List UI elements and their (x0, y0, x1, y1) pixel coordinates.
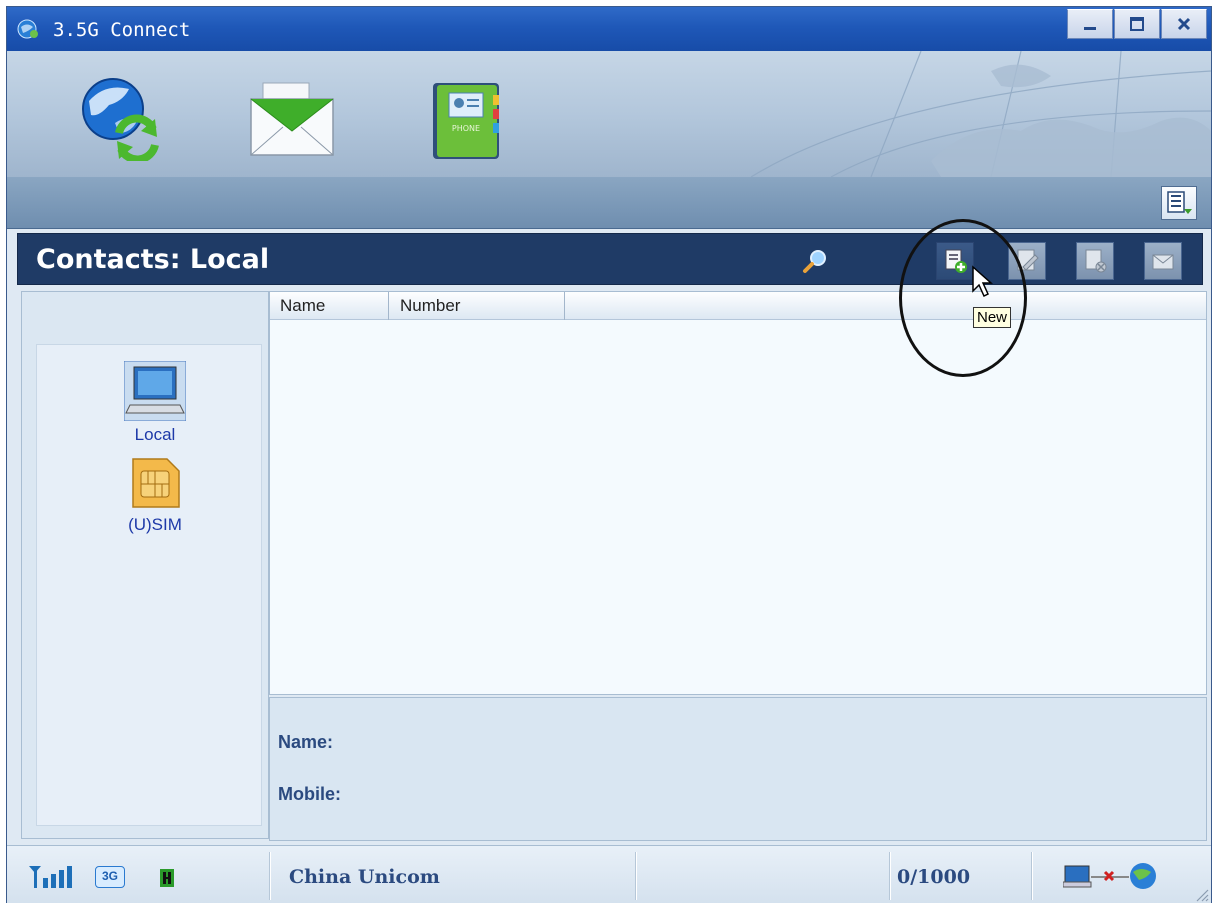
laptop-icon (124, 361, 186, 421)
operator-name: China Unicom (289, 866, 440, 888)
maximize-button[interactable] (1114, 9, 1160, 39)
source-label: (U)SIM (128, 515, 182, 534)
phonebook-button[interactable]: PHONE (431, 81, 521, 171)
network-type-badge: 3G (95, 866, 125, 888)
send-message-icon (1152, 254, 1174, 270)
delete-contact-button[interactable] (1076, 242, 1114, 280)
status-divider (1031, 852, 1033, 900)
contact-capacity: 0/1000 (897, 866, 971, 888)
internet-connect-button[interactable] (75, 71, 165, 164)
globe-app-icon (17, 19, 38, 39)
mouse-cursor-icon (972, 265, 993, 298)
sim-status-icon (160, 869, 174, 887)
connection-status-icon (1063, 863, 1156, 889)
close-icon (1177, 17, 1191, 31)
phonebook-label: PHONE (452, 124, 480, 133)
signal-strength-icon (29, 866, 72, 888)
column-header-number[interactable]: Number (400, 296, 460, 316)
sim-card-icon (132, 458, 180, 508)
source-list: Local (U)SIM (36, 344, 262, 826)
status-divider (269, 852, 271, 900)
status-divider (635, 852, 637, 900)
source-local[interactable]: Local (105, 361, 205, 445)
minimize-button[interactable] (1067, 9, 1113, 39)
internet-connect-icon (82, 78, 159, 164)
sms-envelope-icon (250, 82, 334, 156)
contact-details: Name: Mobile: (269, 697, 1207, 841)
minimize-icon (1084, 27, 1096, 30)
list-column-headers: Name Number (270, 292, 1206, 320)
delete-contact-icon (1085, 249, 1107, 273)
column-divider[interactable] (388, 292, 389, 320)
window-controls (1066, 9, 1207, 39)
nav-banner: PHONE (7, 51, 1211, 177)
source-panel: Local (U)SIM (21, 291, 269, 839)
world-map-background (750, 51, 1211, 177)
contact-list[interactable]: Name Number (269, 291, 1207, 695)
column-header-name[interactable]: Name (280, 296, 325, 316)
resize-grip-icon[interactable] (1193, 886, 1209, 902)
sms-button[interactable] (245, 79, 335, 169)
send-message-button[interactable] (1144, 242, 1182, 280)
phonebook-icon: PHONE (433, 83, 499, 159)
status-bar: 3G China Unicom 0/1000 (7, 845, 1211, 903)
close-button[interactable] (1161, 9, 1207, 39)
sub-toolbar (7, 177, 1211, 229)
status-divider (889, 852, 891, 900)
name-label: Name: (278, 732, 334, 752)
contacts-header: Contacts: Local (17, 233, 1203, 285)
window-title: 3.5G Connect (53, 19, 191, 41)
maximize-icon (1130, 17, 1144, 31)
new-tooltip: New (973, 307, 1012, 328)
column-divider[interactable] (564, 292, 565, 320)
source-label: Local (134, 425, 176, 444)
source-usim[interactable]: (U)SIM (105, 455, 205, 535)
list-view-dropdown-icon (1167, 191, 1192, 214)
search-icon[interactable] (802, 248, 828, 274)
annotation-circle (899, 219, 1027, 377)
mobile-label: Mobile: (278, 784, 341, 804)
view-options-button[interactable] (1161, 186, 1197, 220)
app-window: 3.5G Connect PHONE Contacts: Local Local… (6, 6, 1212, 903)
title-bar[interactable]: 3.5G Connect (7, 7, 1211, 51)
page-title: Contacts: Local (36, 244, 270, 275)
